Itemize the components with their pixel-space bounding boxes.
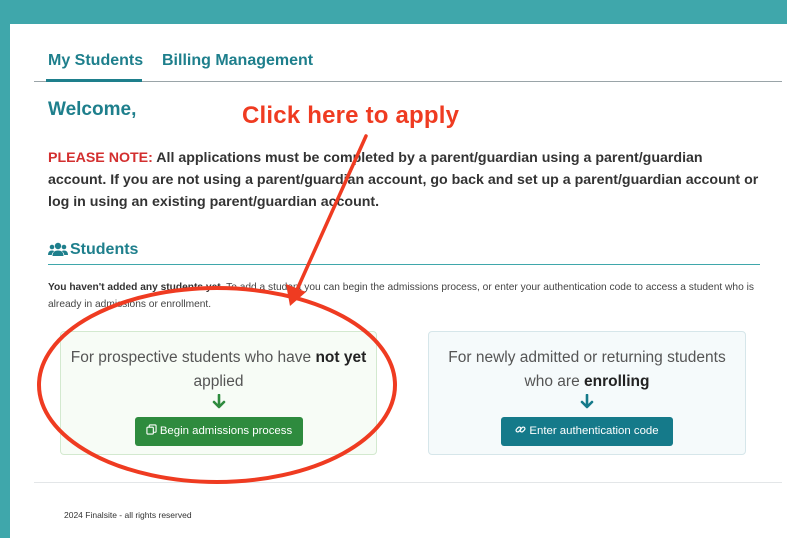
note-label: PLEASE NOTE:: [48, 150, 153, 166]
enter-authentication-code-label: Enter authentication code: [529, 425, 659, 437]
footer-divider: [34, 482, 782, 483]
tab-my-students[interactable]: My Students: [48, 52, 143, 70]
enrolling-card-text: For newly admitted or returning students…: [437, 346, 737, 394]
users-icon: [48, 242, 68, 256]
card-text-part: For prospective students who have: [70, 349, 316, 366]
arrow-down-icon: [580, 394, 594, 409]
enrolling-students-card: For newly admitted or returning students…: [428, 331, 746, 455]
no-students-bold: You haven't added any students yet.: [48, 282, 224, 293]
annotation-click-here: Click here to apply: [242, 102, 460, 129]
begin-admissions-button[interactable]: Begin admissions process: [135, 417, 303, 446]
browser-frame-left: [0, 0, 10, 538]
card-text-part: applied: [193, 373, 244, 390]
students-title: Students: [70, 241, 139, 258]
tab-billing-management[interactable]: Billing Management: [162, 52, 313, 70]
arrow-down-icon: [212, 394, 225, 409]
browser-frame-top: [0, 0, 787, 24]
note-text: All applications must be completed by a …: [48, 150, 759, 210]
link-icon: [515, 426, 526, 433]
enter-authentication-code-button[interactable]: Enter authentication code: [501, 417, 673, 446]
active-tab-indicator: [46, 79, 142, 82]
copy-icon: [146, 424, 157, 435]
tab-bar: My Students Billing Management: [34, 50, 782, 82]
students-section-header: Students: [48, 240, 760, 265]
no-students-message: You haven't added any students yet. To a…: [48, 279, 768, 313]
card-text-bold: enrolling: [584, 373, 650, 390]
welcome-heading: Welcome,: [48, 99, 137, 120]
begin-admissions-label: Begin admissions process: [159, 425, 293, 437]
footer-copyright: 2024 Finalsite - all rights reserved: [64, 510, 192, 520]
prospective-students-card: For prospective students who have not ye…: [60, 331, 377, 455]
parent-guardian-note: PLEASE NOTE: All applications must be co…: [48, 147, 764, 213]
card-text-bold: not yet: [315, 349, 367, 366]
prospective-card-text: For prospective students who have not ye…: [69, 346, 368, 394]
